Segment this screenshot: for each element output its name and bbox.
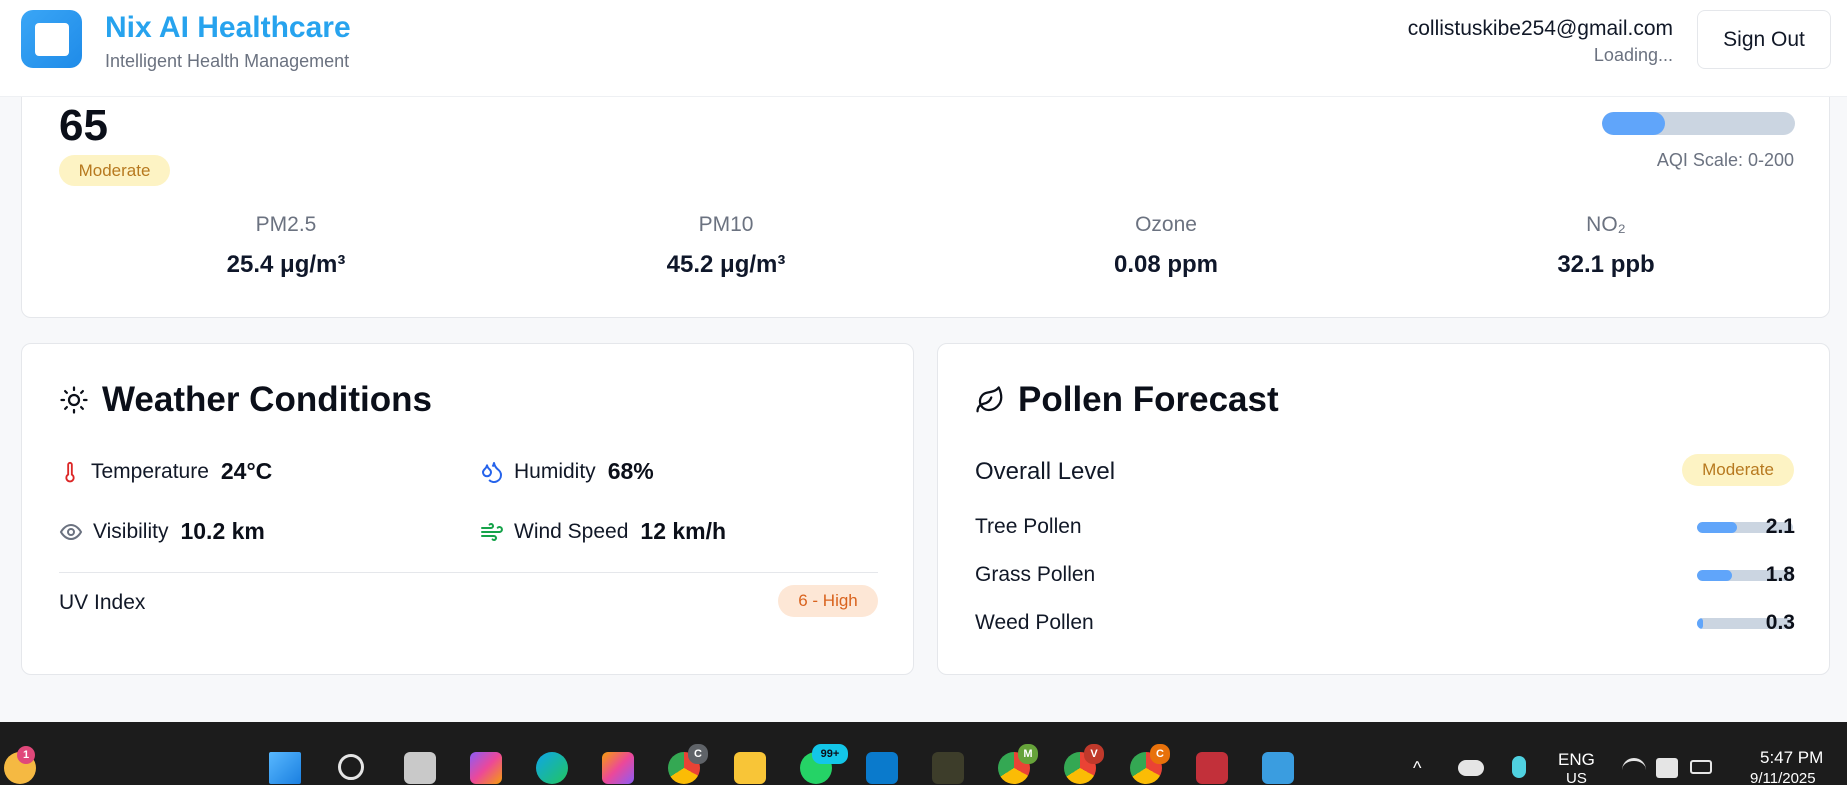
droplets-icon xyxy=(480,460,504,484)
chrome-profile-badge: M xyxy=(1018,744,1038,764)
temperature-label: Temperature xyxy=(91,459,209,483)
chevron-up-icon[interactable]: ^ xyxy=(1413,758,1421,779)
wind-speed-label: Wind Speed xyxy=(514,519,629,543)
aqi-progress-fill xyxy=(1602,112,1665,135)
weather-conditions-card: Weather Conditions Temperature 24°C Humi… xyxy=(21,343,914,675)
instagram-icon[interactable] xyxy=(602,752,634,784)
app-name: Nix AI Healthcare xyxy=(105,11,351,44)
clock-time[interactable]: 5:47 PM xyxy=(1760,748,1823,768)
aqi-progress-bar xyxy=(1602,112,1795,135)
weather-card-title: Weather Conditions xyxy=(102,380,432,419)
volume-icon[interactable] xyxy=(1656,758,1678,778)
humidity-label: Humidity xyxy=(514,459,596,483)
pollen-bar-fill xyxy=(1697,618,1703,629)
weather-divider xyxy=(59,572,878,573)
task-view-icon[interactable] xyxy=(404,752,436,784)
snipping-tool-icon[interactable] xyxy=(1196,752,1228,784)
user-email: collistuskibe254@gmail.com xyxy=(1407,17,1673,40)
aqi-scale-label: AQI Scale: 0-200 xyxy=(1656,150,1794,170)
pollen-overall-label: Overall Level xyxy=(975,458,1116,485)
app-header: Nix AI Healthcare Intelligent Health Man… xyxy=(0,0,1847,96)
visibility-row: Visibility 10.2 km xyxy=(59,518,265,545)
metric-value: 45.2 μg/m³ xyxy=(666,251,786,278)
wifi-icon[interactable] xyxy=(1622,758,1646,776)
pollen-row-tree: Tree Pollen 2.1 xyxy=(975,513,1795,543)
metric-label: Ozone xyxy=(1135,213,1197,236)
pollen-card-title: Pollen Forecast xyxy=(1018,380,1279,419)
language-indicator[interactable]: ENG xyxy=(1558,750,1595,770)
vscode-icon[interactable] xyxy=(866,752,898,784)
humidity-value: 68% xyxy=(607,458,654,484)
onedrive-icon[interactable] xyxy=(1458,760,1484,776)
wind-speed-row: Wind Speed 12 km/h xyxy=(480,518,726,545)
app-logo xyxy=(21,10,82,68)
metric-ozone: Ozone 0.08 ppm xyxy=(1016,213,1316,279)
wind-speed-value: 12 km/h xyxy=(640,518,727,544)
whatsapp-badge: 99+ xyxy=(812,744,848,764)
game-icon[interactable] xyxy=(932,752,964,784)
windows-taskbar: 1 C 99+ M V C ^ ENG US 5:47 PM 9/11/2025 xyxy=(0,722,1847,785)
chrome-profile-badge: C xyxy=(1150,744,1170,764)
search-icon[interactable] xyxy=(338,754,364,780)
battery-icon[interactable] xyxy=(1690,760,1712,774)
metric-label: PM10 xyxy=(698,213,754,236)
user-status: Loading... xyxy=(1593,45,1673,65)
pollen-bar-fill xyxy=(1697,522,1738,533)
metric-no2: NO₂ 32.1 ppb xyxy=(1456,213,1756,279)
pollen-value: 1.8 xyxy=(1765,563,1795,586)
wind-icon xyxy=(480,520,504,544)
uv-index-badge: 6 - High xyxy=(778,585,878,617)
pollen-label: Weed Pollen xyxy=(975,611,1094,634)
chrome-profile-badge: C xyxy=(688,744,708,764)
windows-start-icon[interactable] xyxy=(269,752,301,784)
thermometer-icon xyxy=(59,459,81,485)
pollen-label: Tree Pollen xyxy=(975,515,1082,538)
uv-index-label: UV Index xyxy=(59,591,146,614)
weather-widget-badge: 1 xyxy=(17,746,35,764)
air-quality-card: 65 Moderate AQI Scale: 0-200 PM2.5 25.4 … xyxy=(21,60,1830,318)
app-icon[interactable] xyxy=(1262,752,1294,784)
file-explorer-icon[interactable] xyxy=(734,752,766,784)
leaf-icon xyxy=(975,385,1005,415)
chrome-profile-badge: V xyxy=(1084,744,1104,764)
metric-label: PM2.5 xyxy=(255,213,317,236)
pollen-forecast-card: Pollen Forecast Overall Level Moderate T… xyxy=(937,343,1830,675)
region-indicator[interactable]: US xyxy=(1566,770,1587,785)
metric-value: 32.1 ppb xyxy=(1557,251,1655,278)
humidity-row: Humidity 68% xyxy=(480,458,654,485)
metric-label: NO₂ xyxy=(1586,213,1626,236)
pollen-row-weed: Weed Pollen 0.3 xyxy=(975,609,1795,639)
microphone-icon[interactable] xyxy=(1512,756,1526,778)
temperature-value: 24°C xyxy=(220,458,273,484)
aqi-value: 65 xyxy=(59,101,108,150)
eye-icon xyxy=(59,520,83,544)
weather-card-header: Weather Conditions xyxy=(59,380,432,420)
pollen-overall-badge: Moderate xyxy=(1682,454,1794,486)
pollen-row-grass: Grass Pollen 1.8 xyxy=(975,561,1795,591)
visibility-label: Visibility xyxy=(93,519,169,543)
pollen-value: 2.1 xyxy=(1765,515,1795,538)
pollen-label: Grass Pollen xyxy=(975,563,1096,586)
temperature-row: Temperature 24°C xyxy=(59,458,272,485)
edge-icon[interactable] xyxy=(536,752,568,784)
pollen-bar-fill xyxy=(1697,570,1732,581)
copilot-icon[interactable] xyxy=(470,752,502,784)
metric-pm25: PM2.5 25.4 μg/m³ xyxy=(136,213,436,279)
metric-value: 0.08 ppm xyxy=(1113,251,1219,278)
sun-icon xyxy=(59,385,89,415)
visibility-value: 10.2 km xyxy=(180,518,265,544)
pollen-value: 0.3 xyxy=(1765,611,1795,634)
metric-pm10: PM10 45.2 μg/m³ xyxy=(576,213,876,279)
clock-date[interactable]: 9/11/2025 xyxy=(1750,770,1816,785)
metric-value: 25.4 μg/m³ xyxy=(226,251,346,278)
pollen-card-header: Pollen Forecast xyxy=(975,380,1279,420)
aqi-level-badge: Moderate xyxy=(59,155,170,186)
sign-out-button[interactable]: Sign Out xyxy=(1697,10,1831,69)
app-tagline: Intelligent Health Management xyxy=(105,51,350,71)
